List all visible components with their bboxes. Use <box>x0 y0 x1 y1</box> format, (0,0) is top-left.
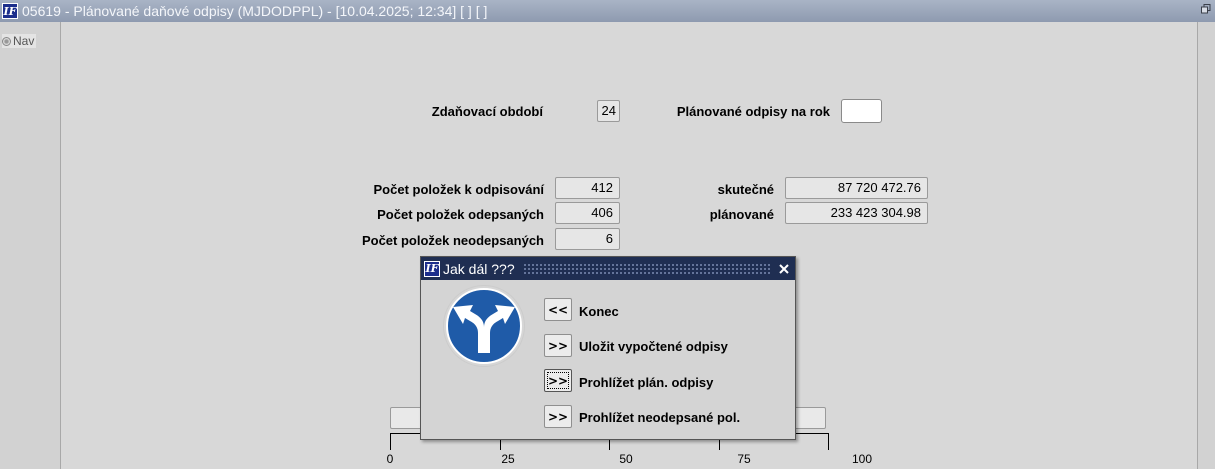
radio-icon <box>2 36 11 46</box>
drag-grip[interactable] <box>522 263 771 274</box>
exit-button[interactable]: << <box>544 298 572 321</box>
count-not-depreciated-label: Počet položek neodepsaných <box>361 233 544 248</box>
app-logo-icon: IF <box>2 3 18 19</box>
actual-field[interactable]: 87 720 472.76 <box>785 177 928 199</box>
close-icon[interactable] <box>777 262 791 276</box>
planned-year-field[interactable] <box>841 99 882 123</box>
progress-tick-label: 100 <box>851 452 873 466</box>
planned-year-label: Plánované odpisy na rok <box>676 104 830 119</box>
window-titlebar[interactable]: IF 05619 - Plánované daňové odpisy (MJDO… <box>0 0 1215 22</box>
save-depreciation-button[interactable]: >> <box>544 334 572 357</box>
dialog-titlebar[interactable]: IF Jak dál ??? <box>421 257 795 280</box>
tax-period-field[interactable]: 24 <box>597 100 620 122</box>
count-to-depreciate-field[interactable]: 412 <box>555 177 620 199</box>
count-not-depreciated-field[interactable]: 6 <box>555 228 620 250</box>
nav-item-label: Nav <box>13 34 35 48</box>
nav-item[interactable]: Nav <box>2 34 37 48</box>
fork-arrow-sign-icon <box>443 285 525 367</box>
window-title: 05619 - Plánované daňové odpisy (MJDODPP… <box>22 3 488 19</box>
nav-panel: Nav <box>0 22 61 469</box>
tax-period-label: Zdaňovací období <box>431 104 543 119</box>
progress-tick <box>828 433 829 450</box>
save-depreciation-label: Uložit vypočtené odpisy <box>579 339 728 354</box>
next-step-dialog: IF Jak dál ??? << Konec >> Uložit vypočt… <box>420 256 796 440</box>
exit-label: Konec <box>579 304 619 319</box>
restore-window-icon[interactable] <box>1201 4 1211 14</box>
count-depreciated-field[interactable]: 406 <box>555 202 620 224</box>
progress-tick-label: 75 <box>737 452 751 466</box>
progress-tick <box>390 433 391 450</box>
progress-tick-label: 50 <box>619 452 633 466</box>
view-not-depreciated-label: Prohlížet neodepsané pol. <box>579 410 741 425</box>
count-to-depreciate-label: Počet položek k odpisování <box>373 182 544 197</box>
progress-tick-label: 25 <box>501 452 515 466</box>
view-planned-button[interactable]: >> <box>544 369 572 392</box>
count-depreciated-label: Počet položek odepsaných <box>377 207 544 222</box>
planned-label: plánované <box>709 207 774 222</box>
actual-label: skutečné <box>717 182 774 197</box>
dialog-title: Jak dál ??? <box>443 260 515 277</box>
progress-tick-label: 0 <box>386 452 394 466</box>
right-panel <box>1197 22 1215 469</box>
app-logo-icon: IF <box>424 260 440 277</box>
view-not-depreciated-button[interactable]: >> <box>544 405 572 428</box>
view-planned-label: Prohlížet plán. odpisy <box>579 375 714 390</box>
planned-field[interactable]: 233 423 304.98 <box>785 202 928 224</box>
